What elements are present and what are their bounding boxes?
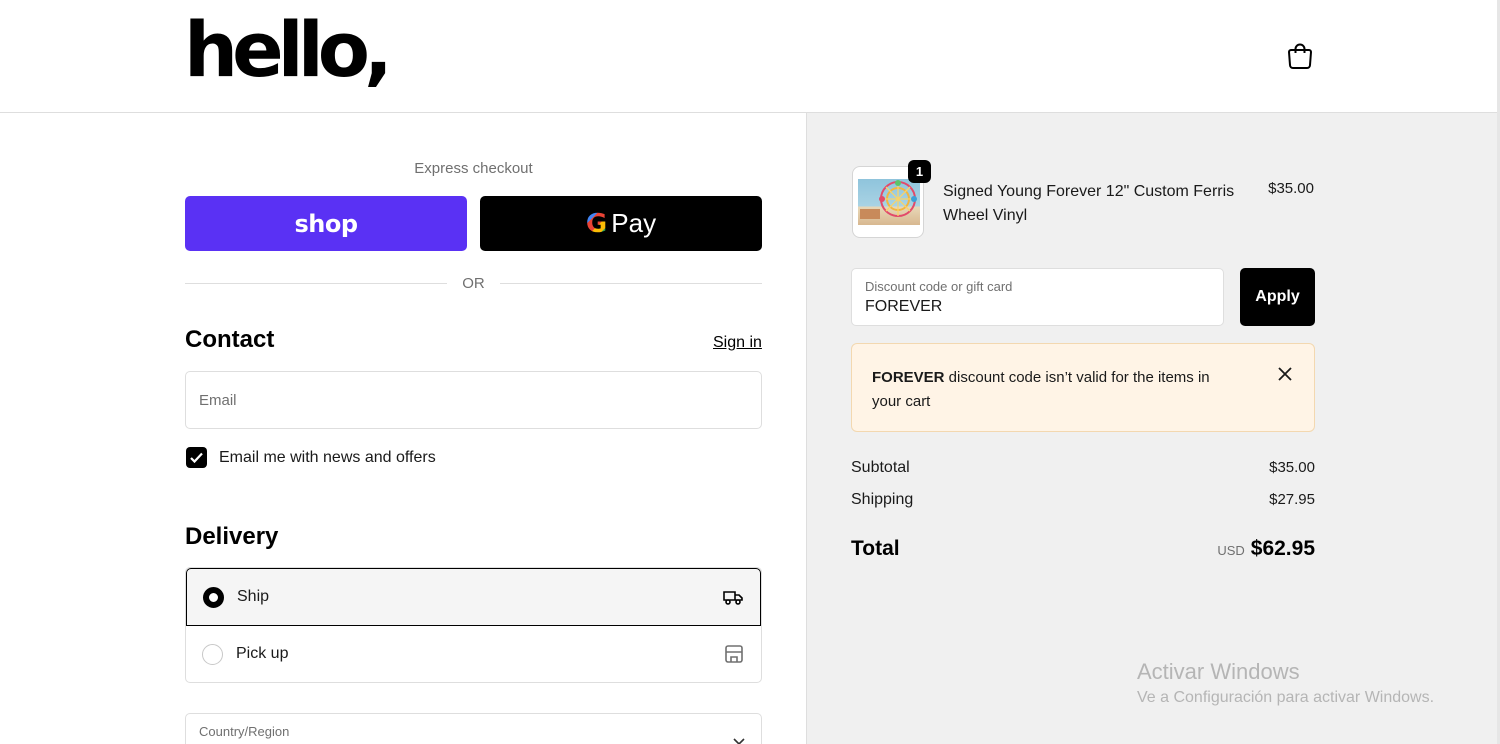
windows-activation-watermark: Activar Windows Ve a Configuración para … bbox=[1137, 659, 1434, 707]
check-icon bbox=[190, 452, 203, 464]
shipping-row: Shipping $27.95 bbox=[851, 491, 1315, 509]
shipping-amount: $27.95 bbox=[1269, 491, 1315, 508]
apply-discount-button[interactable]: Apply bbox=[1240, 268, 1315, 326]
store-icon bbox=[725, 645, 743, 663]
chevron-down-icon bbox=[733, 738, 745, 744]
product-price: $35.00 bbox=[1268, 180, 1314, 197]
watermark-title: Activar Windows bbox=[1137, 659, 1300, 684]
currency-code: USD bbox=[1217, 543, 1245, 558]
shipping-label: Shipping bbox=[851, 491, 914, 508]
delivery-option-ship[interactable]: Ship bbox=[186, 568, 761, 626]
discount-error-alert: FOREVER discount code isn’t valid for th… bbox=[851, 343, 1315, 432]
discount-label: Discount code or gift card bbox=[865, 279, 1013, 294]
or-divider: OR bbox=[185, 273, 762, 293]
country-select[interactable]: Country/Region bbox=[185, 713, 762, 744]
newsletter-label: Email me with news and offers bbox=[219, 449, 436, 466]
alert-message: FOREVER discount code isn’t valid for th… bbox=[872, 366, 1242, 414]
subtotal-amount: $35.00 bbox=[1269, 459, 1315, 476]
or-label: OR bbox=[462, 275, 485, 292]
watermark-subtitle: Ve a Configuración para activar Windows. bbox=[1137, 689, 1435, 706]
google-pay-label: Pay bbox=[611, 208, 657, 238]
newsletter-checkbox[interactable] bbox=[186, 447, 207, 468]
ship-radio[interactable] bbox=[203, 587, 224, 608]
country-label: Country/Region bbox=[199, 724, 290, 739]
product-image bbox=[858, 179, 920, 225]
product-name: Signed Young Forever 12" Custom Ferris W… bbox=[943, 183, 1235, 224]
sign-in-link[interactable]: Sign in bbox=[713, 334, 762, 352]
subtotal-label: Subtotal bbox=[851, 459, 910, 476]
shopping-bag-icon[interactable] bbox=[1286, 40, 1314, 70]
total-row: Total USD $62.95 bbox=[851, 537, 1315, 561]
email-field[interactable]: Email bbox=[185, 371, 762, 429]
site-header: hello, bbox=[0, 0, 1500, 113]
delivery-option-pickup[interactable]: Pick up bbox=[186, 626, 761, 682]
checkout-form: Express checkout shop G Pay OR Contact S… bbox=[0, 113, 806, 744]
contact-title: Contact bbox=[185, 326, 275, 353]
discount-value: FOREVER bbox=[865, 298, 943, 315]
close-icon[interactable] bbox=[1277, 366, 1293, 382]
quantity-badge: 1 bbox=[908, 160, 931, 183]
pickup-label: Pick up bbox=[236, 645, 289, 662]
subtotal-row: Subtotal $35.00 bbox=[851, 459, 1315, 477]
pickup-radio[interactable] bbox=[202, 644, 223, 665]
google-pay-button[interactable]: G Pay bbox=[480, 196, 762, 251]
order-summary: 1 Signed Young Forever 12" Custom Ferris… bbox=[806, 113, 1500, 744]
google-g-icon: G bbox=[585, 208, 608, 239]
total-label: Total bbox=[851, 537, 900, 560]
store-logo[interactable]: hello, bbox=[184, 12, 393, 88]
total-amount: $62.95 bbox=[1250, 537, 1315, 560]
delivery-options: Ship Pick up bbox=[185, 567, 762, 683]
ship-label: Ship bbox=[237, 588, 270, 605]
delivery-title: Delivery bbox=[185, 523, 279, 550]
alert-code: FOREVER bbox=[872, 369, 945, 386]
truck-icon bbox=[723, 591, 743, 605]
express-checkout-title: Express checkout bbox=[414, 160, 533, 177]
shop-pay-button[interactable]: shop bbox=[185, 196, 467, 251]
discount-code-field[interactable]: Discount code or gift card FOREVER bbox=[851, 268, 1224, 326]
email-placeholder: Email bbox=[199, 392, 237, 409]
